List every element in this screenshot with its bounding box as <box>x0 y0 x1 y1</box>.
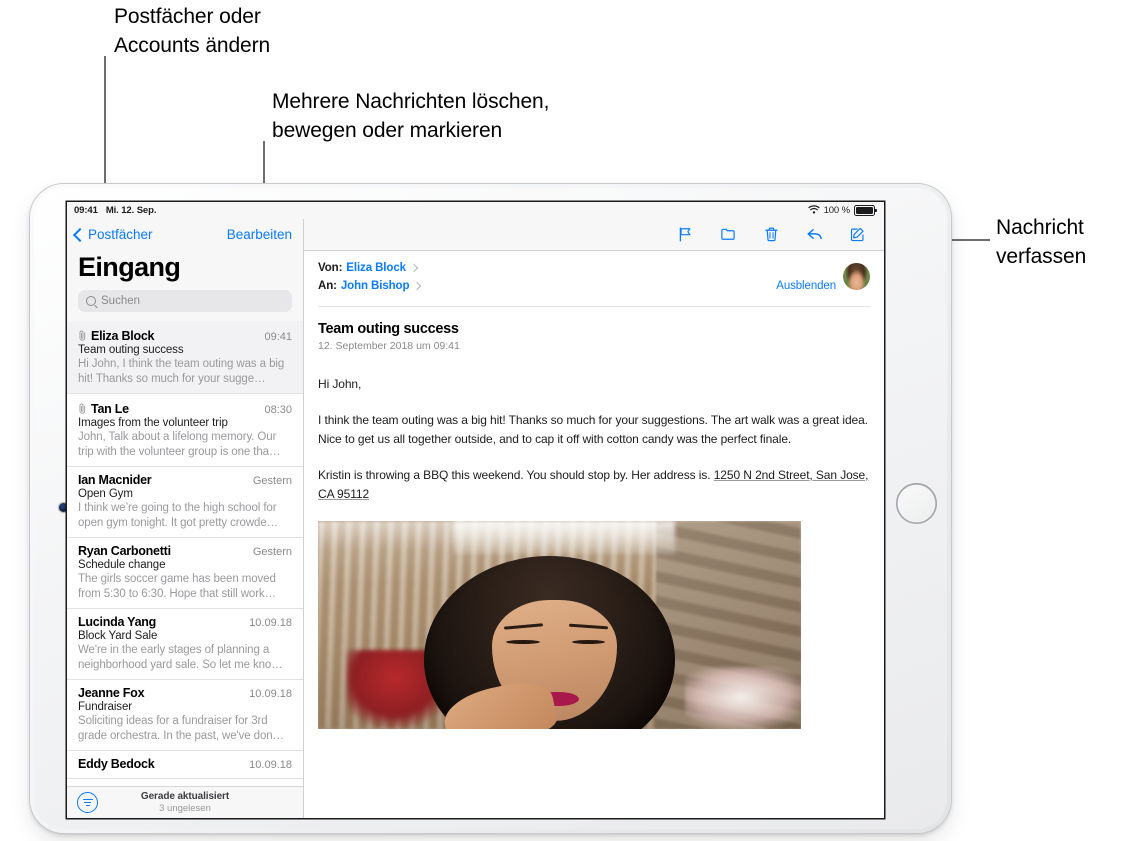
message-body-preview: John, Talk about a lifelong memory. Our … <box>78 431 281 458</box>
message-toolbar <box>304 219 884 251</box>
message-subject-preview: Open Gym <box>78 488 133 500</box>
body-paragraph-1: I think the team outing was a big hit! T… <box>318 413 868 446</box>
message-sender: Lucinda Yang <box>78 615 157 629</box>
message-sender: Eddy Bedock <box>78 757 155 771</box>
message-date: Gestern <box>252 546 292 558</box>
message-sender: Ryan Carbonetti <box>78 544 171 558</box>
filter-icon[interactable] <box>77 792 98 813</box>
message-date: 08:30 <box>264 404 292 416</box>
folder-icon[interactable] <box>720 226 737 243</box>
sidebar-footer: Gerade aktualisiert 3 ungelesen <box>67 786 303 818</box>
chevron-right-icon <box>413 281 422 291</box>
hide-details-button[interactable]: Ausblenden <box>776 280 836 292</box>
search-placeholder: Suchen <box>101 295 141 307</box>
message-subject-preview: Images from the volunteer trip <box>78 417 228 429</box>
trash-icon[interactable] <box>763 226 780 243</box>
message-body-preview: Soliciting ideas for a fundraiser for 3r… <box>78 715 284 742</box>
message-list-item[interactable]: Eliza Block 09:41 Team outing success Hi Jo… <box>67 321 303 394</box>
status-bar: 09:41 Mi. 12. Sep. 100 % <box>67 202 884 219</box>
body-paragraph-2-text: Kristin is throwing a BBQ this weekend. … <box>318 468 714 482</box>
mailbox-status: Gerade aktualisiert 3 ungelesen <box>67 791 303 814</box>
message-scroll-area[interactable]: Von: Eliza Block An: John Bishop Ausblen… <box>304 251 884 818</box>
message-list-item[interactable]: Eddy Bedock 10.09.18 <box>67 751 303 779</box>
mailbox-sidebar: Postfächer Bearbeiten Eingang Suchen Eli… <box>67 219 304 818</box>
message-attachment-photo[interactable] <box>318 521 801 729</box>
mail-app-body: Postfächer Bearbeiten Eingang Suchen Eli… <box>67 219 884 818</box>
attachment-icon <box>78 401 87 414</box>
message-list-item[interactable]: Lucinda Yang 10.09.18 Block Yard Sale We're… <box>67 609 303 680</box>
message-sender: Tan Le <box>91 402 129 416</box>
message-list-item[interactable]: Ryan Carbonetti Gestern Schedule change The… <box>67 538 303 609</box>
message-date: 10.09.18 <box>249 688 292 700</box>
status-bar-date: Mi. 12. Sep. <box>105 205 157 216</box>
back-to-mailboxes-label: Postfächer <box>88 227 153 242</box>
message-list-item[interactable]: Ian Macnider Gestern Open Gym I think we’re… <box>67 467 303 538</box>
body-greeting: Hi John, <box>318 377 362 391</box>
message-date: 10.09.18 <box>249 617 292 629</box>
from-row: Von: Eliza Block <box>318 262 870 274</box>
battery-percent-label: 100 % <box>823 205 851 216</box>
message-sender: Eliza Block <box>91 329 155 343</box>
status-bar-time: 09:41 <box>74 205 98 216</box>
ipad-device: 09:41 Mi. 12. Sep. 100 % Postfächer Bear… <box>30 184 951 833</box>
message-list-item[interactable]: Tan Le 08:30 Images from the volunteer tri… <box>67 394 303 467</box>
chevron-left-icon <box>72 227 88 242</box>
battery-full-icon <box>854 205 877 216</box>
sidebar-nav-row: Postfächer Bearbeiten <box>72 219 292 250</box>
message-subject: Team outing success <box>318 321 459 337</box>
message-detail-pane: Von: Eliza Block An: John Bishop Ausblen… <box>304 219 884 818</box>
message-date: 09:41 <box>264 331 292 343</box>
callout-compose: Nachricht verfassen <box>996 216 1087 268</box>
unread-count-label: 3 ungelesen <box>159 803 211 814</box>
ipad-screen: 09:41 Mi. 12. Sep. 100 % Postfächer Bear… <box>67 202 884 818</box>
to-row: An: John Bishop Ausblenden <box>318 280 870 292</box>
wifi-icon <box>807 204 820 217</box>
message-subject-preview: Fundraiser <box>78 701 132 713</box>
page-title: Eingang <box>78 252 181 282</box>
update-status-label: Gerade aktualisiert <box>140 791 230 802</box>
search-icon <box>86 296 96 306</box>
from-value[interactable]: Eliza Block <box>346 262 406 274</box>
callout-mailboxes: Postfächer oder Accounts ändern <box>114 5 271 57</box>
reply-icon[interactable] <box>806 226 823 243</box>
message-timestamp: 12. September 2018 um 09:41 <box>318 340 460 352</box>
avatar <box>843 263 870 290</box>
to-label: An: <box>318 280 337 292</box>
message-sender: Ian Macnider <box>78 473 152 487</box>
chevron-right-icon <box>409 263 419 273</box>
message-list[interactable]: Eliza Block 09:41 Team outing success Hi Jo… <box>67 321 303 786</box>
callout-edit: Mehrere Nachrichten löschen, bewegen ode… <box>272 90 550 142</box>
message-body-preview: I think we’re going to the high school f… <box>78 502 279 529</box>
message-date: Gestern <box>252 475 292 487</box>
message-list-item[interactable]: Jeanne Fox 10.09.18 Fundraiser Soliciting i… <box>67 680 303 751</box>
back-to-mailboxes-button[interactable]: Postfächer <box>72 227 153 242</box>
flag-icon[interactable] <box>677 226 694 243</box>
message-subject-preview: Team outing success <box>78 344 184 356</box>
attachment-icon <box>78 328 87 341</box>
home-button[interactable] <box>896 483 937 524</box>
edit-button[interactable]: Bearbeiten <box>227 227 292 242</box>
message-date: 10.09.18 <box>249 759 292 771</box>
message-body-preview: We're in the early stages of planning a … <box>78 644 283 671</box>
message-header: Von: Eliza Block An: John Bishop Ausblen… <box>318 251 870 307</box>
message-sender: Jeanne Fox <box>78 686 145 700</box>
from-label: Von: <box>318 262 343 274</box>
message-body-preview: The girls soccer game has been moved fro… <box>78 573 276 600</box>
message-body: Hi John, I think the team outing was a b… <box>318 375 870 504</box>
body-paragraph-2: Kristin is throwing a BBQ this weekend. … <box>318 466 870 504</box>
search-input[interactable]: Suchen <box>78 290 292 312</box>
sidebar-header: Postfächer Bearbeiten Eingang Suchen <box>67 219 303 321</box>
message-body-preview: Hi John, I think the team outing was a b… <box>78 358 285 385</box>
to-value[interactable]: John Bishop <box>341 280 410 292</box>
message-subject-preview: Block Yard Sale <box>78 630 158 642</box>
compose-icon[interactable] <box>849 226 866 243</box>
message-subject-preview: Schedule change <box>78 559 166 571</box>
